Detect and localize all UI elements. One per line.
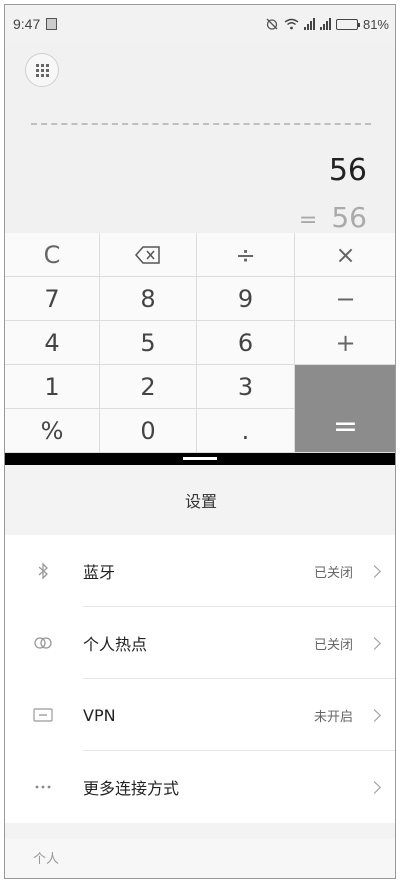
chevron-right-icon — [368, 708, 381, 722]
digit-2-key[interactable]: 2 — [100, 365, 197, 409]
digit-5-key[interactable]: 5 — [100, 321, 197, 365]
more-icon — [33, 777, 53, 797]
result-display: = 56 — [299, 201, 367, 234]
wifi-icon — [284, 18, 299, 30]
chevron-right-icon — [368, 636, 381, 650]
multiply-key[interactable]: × — [295, 233, 395, 277]
split-screen-divider[interactable] — [5, 453, 395, 465]
chevron-right-icon — [368, 780, 381, 794]
divide-key[interactable]: ÷ — [197, 233, 295, 277]
decimal-key[interactable]: . — [197, 409, 295, 453]
bluetooth-icon — [33, 561, 53, 581]
settings-list: 蓝牙 已关闭 个人热点 已关闭 VPN 未开启 更多连接方式 — [5, 535, 395, 823]
section-header-personal: 个人 — [5, 839, 395, 875]
hotspot-icon — [33, 633, 53, 653]
settings-item-vpn[interactable]: VPN 未开启 — [5, 679, 395, 751]
digit-1-key[interactable]: 1 — [5, 365, 100, 409]
settings-item-label: 个人热点 — [83, 635, 148, 654]
battery-icon — [335, 18, 360, 30]
percent-key[interactable]: % — [5, 409, 100, 453]
clear-key[interactable]: C — [5, 233, 100, 277]
delete-key[interactable] — [100, 233, 197, 277]
digit-7-key[interactable]: 7 — [5, 277, 100, 321]
signal-1-icon — [303, 18, 315, 30]
calculator-menu-button[interactable] — [25, 53, 59, 87]
settings-item-bluetooth[interactable]: 蓝牙 已关闭 — [5, 535, 395, 607]
digit-4-key[interactable]: 4 — [5, 321, 100, 365]
digit-6-key[interactable]: 6 — [197, 321, 295, 365]
battery-percent: 81% — [362, 16, 389, 32]
calculator-display: 56 = 56 — [5, 43, 395, 234]
grid-icon — [35, 63, 49, 77]
settings-panel: 设置 蓝牙 已关闭 个人热点 已关闭 VPN 未开启 更多连接方式 个人 — [5, 465, 395, 878]
status-bar: 9:47 81% — [5, 5, 395, 43]
alarm-off-icon — [266, 18, 278, 30]
settings-item-value: 未开启 — [313, 709, 353, 725]
section-gap — [5, 823, 395, 839]
calculator-keypad: C ÷ × 7 8 9 − 4 5 6 + 1 2 3 = % 0 . — [5, 233, 395, 453]
phone-screen: 9:47 81% 56 = 56 C ÷ × 7 8 9 − 4 5 6 + 1… — [4, 4, 396, 879]
result-equals-sign: = — [298, 208, 318, 233]
sim-icon — [46, 18, 58, 30]
chevron-right-icon — [368, 564, 381, 578]
settings-item-value: 已关闭 — [313, 637, 353, 653]
vpn-icon — [33, 705, 53, 725]
minus-key[interactable]: − — [295, 277, 395, 321]
history-divider — [31, 123, 371, 125]
digit-0-key[interactable]: 0 — [100, 409, 197, 453]
digit-9-key[interactable]: 9 — [197, 277, 295, 321]
plus-key[interactable]: + — [295, 321, 395, 365]
settings-item-label: 蓝牙 — [83, 563, 116, 582]
signal-2-icon — [319, 18, 331, 30]
settings-item-more-connections[interactable]: 更多连接方式 — [5, 751, 395, 823]
status-time: 9:47 — [13, 16, 41, 32]
backspace-icon — [135, 245, 160, 264]
settings-title: 设置 — [5, 465, 395, 535]
result-value: 56 — [331, 201, 367, 234]
settings-item-label: 更多连接方式 — [83, 779, 180, 798]
split-handle[interactable] — [183, 457, 217, 460]
digit-8-key[interactable]: 8 — [100, 277, 197, 321]
settings-item-value: 已关闭 — [313, 565, 353, 581]
settings-item-hotspot[interactable]: 个人热点 已关闭 — [5, 607, 395, 679]
equals-key[interactable]: = — [295, 365, 395, 453]
digit-3-key[interactable]: 3 — [197, 365, 295, 409]
expression-display: 56 — [328, 153, 367, 188]
settings-item-label: VPN — [83, 705, 116, 725]
